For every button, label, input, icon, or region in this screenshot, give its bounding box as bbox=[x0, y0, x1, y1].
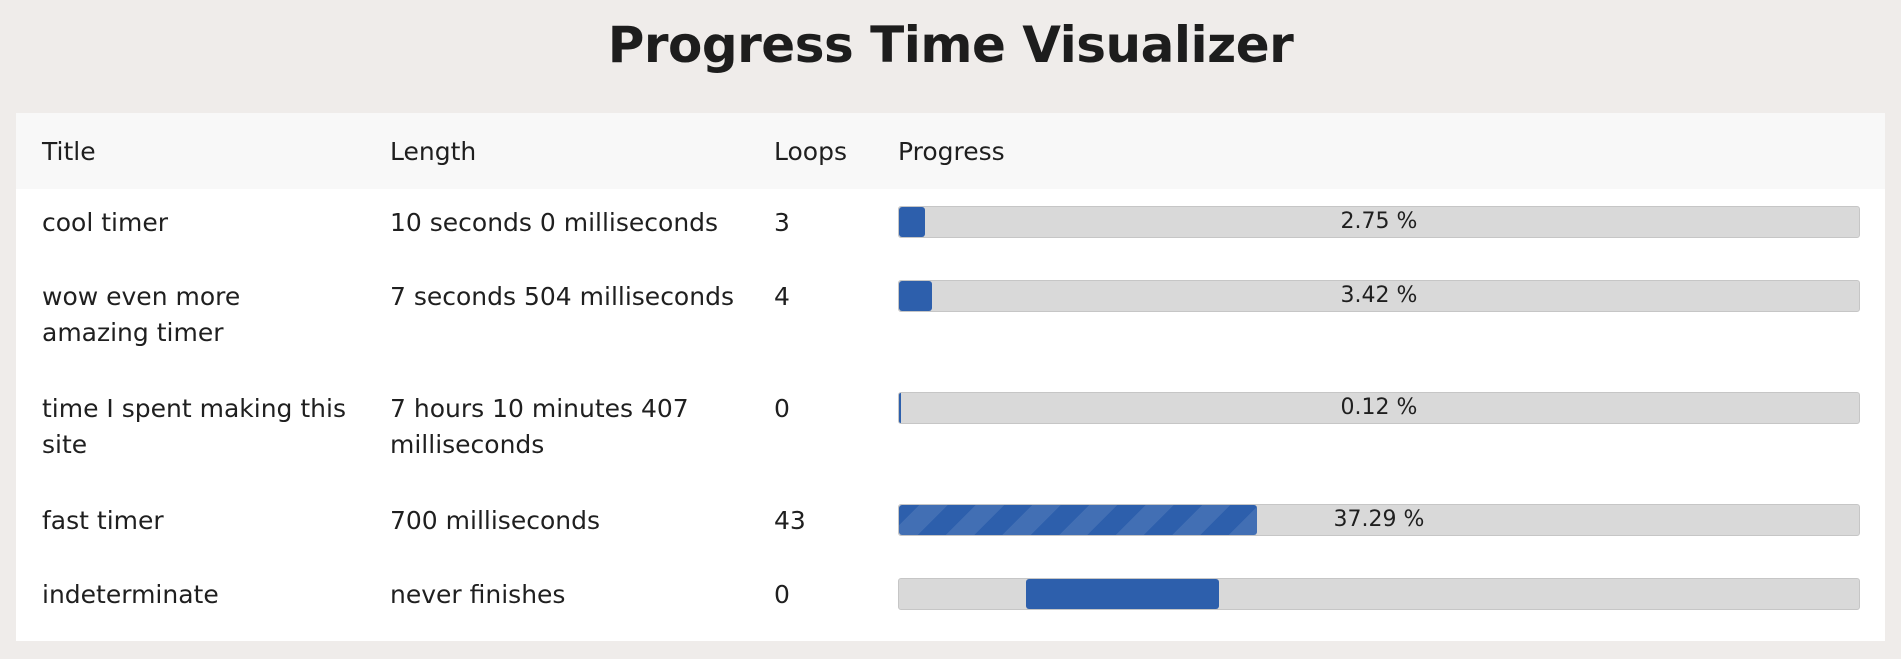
progress-label: 3.42 % bbox=[1340, 283, 1418, 308]
timer-length: never finishes bbox=[390, 580, 566, 609]
timer-loops: 0 bbox=[774, 580, 790, 609]
progress-bar-indeterminate bbox=[898, 578, 1860, 610]
timer-progress-cell: 37.29 % bbox=[898, 489, 1885, 565]
column-header-title: Title bbox=[42, 136, 96, 166]
page: Progress Time Visualizer Title Length Lo… bbox=[0, 0, 1901, 659]
timer-progress-cell: 2.75 % bbox=[898, 189, 1885, 265]
table-header-row: Title Length Loops Progress bbox=[16, 113, 1885, 189]
timer-loops: 3 bbox=[774, 208, 790, 237]
progress-label: 2.75 % bbox=[1340, 209, 1418, 234]
timers-table: Title Length Loops Progress cool timer 1… bbox=[16, 113, 1885, 629]
table-row: fast timer 700 milliseconds 43 37.29 % bbox=[16, 489, 1885, 565]
column-header-loops: Loops bbox=[774, 136, 847, 166]
timer-title: cool timer bbox=[42, 208, 168, 237]
progress-bar: 0.12 % bbox=[898, 392, 1860, 424]
timer-length: 7 hours 10 minutes 407 milliseconds bbox=[390, 394, 689, 459]
table-header: Title Length Loops Progress bbox=[16, 113, 1885, 189]
page-title: Progress Time Visualizer bbox=[607, 16, 1294, 74]
timer-progress-cell: 3.42 % bbox=[898, 265, 1885, 377]
progress-bar: 3.42 % bbox=[898, 280, 1860, 312]
timer-loops: 0 bbox=[774, 394, 790, 423]
progress-label: 37.29 % bbox=[1333, 507, 1425, 532]
progress-bar: 37.29 % bbox=[898, 504, 1860, 536]
table-row: time I spent making this site 7 hours 10… bbox=[16, 377, 1885, 489]
column-header-length: Length bbox=[390, 136, 477, 166]
timer-title: time I spent making this site bbox=[42, 394, 346, 459]
timer-title: indeterminate bbox=[42, 580, 219, 609]
progress-bar: 2.75 % bbox=[898, 206, 1860, 238]
timer-progress-cell: 0.12 % bbox=[898, 377, 1885, 489]
column-header-progress: Progress bbox=[898, 136, 1005, 166]
table-row: indeterminate never finishes 0 bbox=[16, 565, 1885, 629]
table-row: wow even more amazing timer 7 seconds 50… bbox=[16, 265, 1885, 377]
timers-table-card: Title Length Loops Progress cool timer 1… bbox=[16, 113, 1885, 641]
timer-length: 7 seconds 504 milliseconds bbox=[390, 282, 734, 311]
timer-title: wow even more amazing timer bbox=[42, 282, 241, 347]
timer-length: 700 milliseconds bbox=[390, 506, 600, 535]
timer-title: fast timer bbox=[42, 506, 164, 535]
progress-label: 0.12 % bbox=[1340, 395, 1418, 420]
table-row: cool timer 10 seconds 0 milliseconds 3 2… bbox=[16, 189, 1885, 265]
timer-loops: 4 bbox=[774, 282, 790, 311]
timer-length: 10 seconds 0 milliseconds bbox=[390, 208, 719, 237]
timer-progress-cell bbox=[898, 565, 1885, 629]
progress-bar-indeterminate-segment bbox=[1026, 579, 1219, 609]
timer-loops: 43 bbox=[774, 506, 806, 535]
table-body: cool timer 10 seconds 0 milliseconds 3 2… bbox=[16, 189, 1885, 629]
